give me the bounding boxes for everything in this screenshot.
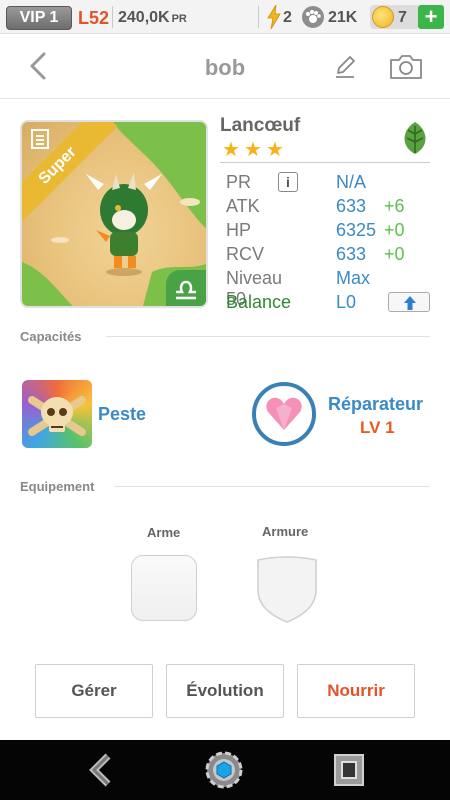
stat-value: 6325: [336, 220, 377, 240]
stat-label: Balance: [226, 292, 292, 312]
navigation-bar: [0, 740, 450, 800]
divider: [112, 6, 113, 28]
header: bob: [0, 35, 450, 99]
evolution-button[interactable]: Évolution: [166, 664, 284, 718]
info-icon[interactable]: i: [278, 172, 298, 192]
stat-label: PR: [226, 172, 252, 192]
pencil-icon[interactable]: [334, 55, 356, 79]
armor-slot[interactable]: [254, 554, 320, 624]
monster-portrait[interactable]: Super: [20, 120, 208, 308]
skill-level: LV 1: [360, 418, 395, 437]
status-bar: VIP 1 L52 240,0K PR 2 21K 7 +: [0, 0, 450, 34]
stat-value: N/A: [336, 172, 367, 192]
stat-value: 633: [336, 244, 367, 264]
food-count: 21K: [328, 9, 358, 26]
player-level: L52: [78, 8, 110, 28]
stat-value: 633: [336, 196, 367, 216]
upgrade-button[interactable]: [388, 292, 430, 312]
skill-icon-peste[interactable]: [22, 380, 92, 448]
libra-zodiac-icon: [166, 270, 206, 306]
nav-recent-apps-icon[interactable]: [332, 752, 366, 788]
star-icon: ★: [244, 139, 262, 161]
paw-icon: [302, 6, 324, 28]
section-title-equipement: Equipement: [20, 479, 95, 494]
stat-bonus: +6: [384, 196, 405, 216]
monster-sprite: [86, 172, 162, 276]
stat-bonus: +0: [384, 220, 405, 240]
divider: [106, 336, 430, 337]
stat-label: HP: [226, 220, 252, 240]
arrow-up-icon: [404, 296, 416, 310]
divider: [220, 162, 430, 163]
skull-icon: [28, 396, 86, 436]
star-rating: ★ ★ ★: [222, 140, 286, 160]
star-icon: ★: [222, 139, 240, 161]
nav-home-icon[interactable]: [203, 749, 245, 791]
manage-button[interactable]: Gérer: [35, 664, 153, 718]
leaf-element-icon: [404, 122, 426, 154]
nav-back-icon[interactable]: [88, 752, 118, 788]
stat-value: L0: [336, 292, 357, 312]
armor-label: Armure: [262, 524, 309, 539]
coin-icon: [372, 6, 394, 28]
camera-icon[interactable]: [388, 53, 424, 81]
power-unit: PR: [171, 13, 187, 25]
star-icon: ★: [266, 139, 284, 161]
player-power: 240,0K PR: [118, 9, 187, 27]
feed-button[interactable]: Nourrir: [297, 664, 415, 718]
vip-badge[interactable]: VIP 1: [6, 6, 72, 30]
document-icon: [31, 129, 49, 149]
lightning-icon: [267, 5, 281, 29]
skill-name-reparateur[interactable]: Réparateur: [328, 394, 423, 415]
weapon-slot[interactable]: [131, 555, 197, 621]
section-title-capacites: Capacités: [20, 329, 82, 344]
skill-name-peste[interactable]: Peste: [98, 404, 146, 425]
energy-count: 2: [283, 9, 292, 26]
stat-label: RCV: [226, 244, 265, 264]
divider: [258, 6, 259, 28]
page-title: bob: [204, 55, 246, 80]
stat-label: ATK: [226, 196, 260, 216]
monster-name: Lancœuf: [220, 115, 301, 136]
weapon-label: Arme: [147, 525, 181, 540]
add-coins-button[interactable]: +: [418, 5, 444, 29]
heart-icon: [266, 397, 302, 430]
coin-count: 7: [398, 9, 407, 26]
divider: [114, 486, 430, 487]
stat-bonus: +0: [384, 244, 405, 264]
stat-value: Max: [336, 268, 371, 288]
power-value: 240,0K: [118, 9, 170, 26]
